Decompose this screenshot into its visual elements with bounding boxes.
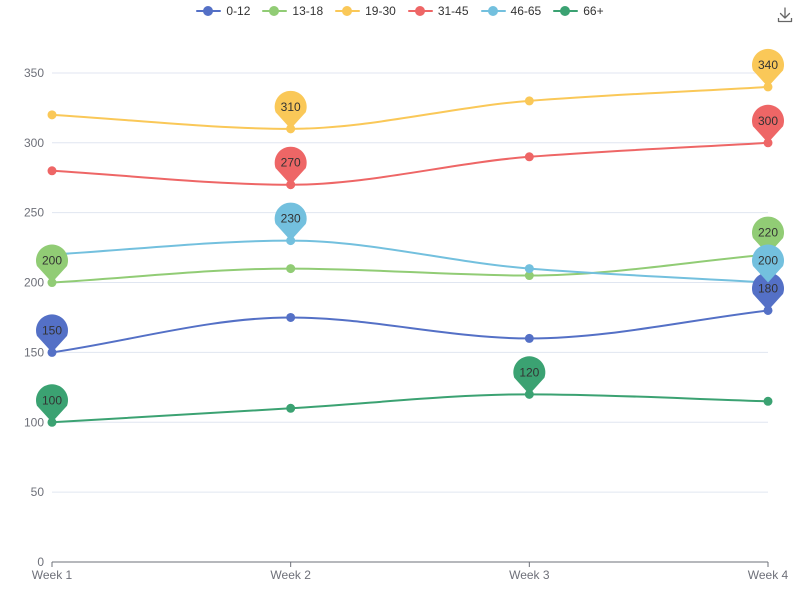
x-tick-label: Week 1 — [32, 568, 73, 582]
marker-label: 200 — [42, 254, 62, 268]
marker-label: 120 — [519, 365, 539, 379]
series-line — [51, 393, 769, 424]
data-point[interactable] — [47, 110, 57, 120]
data-point[interactable] — [524, 152, 534, 162]
y-tick-label: 50 — [31, 485, 45, 499]
y-tick-label: 350 — [24, 66, 44, 80]
y-tick-label: 150 — [24, 345, 44, 359]
y-tick-label: 250 — [24, 206, 44, 220]
marker-label: 230 — [281, 212, 301, 226]
series-line — [51, 239, 769, 284]
y-tick-label: 0 — [37, 555, 44, 569]
data-point[interactable] — [286, 264, 296, 274]
marker-label: 340 — [758, 58, 778, 72]
y-tick-label: 100 — [24, 415, 44, 429]
marker-label: 150 — [42, 323, 62, 337]
marker-label: 300 — [758, 114, 778, 128]
marker-label: 270 — [281, 156, 301, 170]
marker-label: 100 — [42, 393, 62, 407]
x-tick-label: Week 3 — [509, 568, 550, 582]
marker-label: 200 — [758, 254, 778, 268]
series-line — [51, 85, 769, 130]
marker-label: 180 — [758, 281, 778, 295]
marker-label: 220 — [758, 226, 778, 240]
series-line — [51, 141, 769, 186]
series-line — [51, 253, 769, 284]
marker-label: 310 — [281, 100, 301, 114]
data-point[interactable] — [286, 403, 296, 413]
y-tick-label: 300 — [24, 136, 44, 150]
data-point[interactable] — [286, 312, 296, 322]
data-point[interactable] — [524, 333, 534, 343]
series-line — [51, 309, 769, 354]
y-tick-label: 200 — [24, 276, 44, 290]
line-chart: 0 50 100 150 200 250 300 350 Week 1 Week 2 Week 3 W… — [24, 48, 789, 582]
data-point[interactable] — [47, 166, 57, 176]
x-tick-label: Week 2 — [270, 568, 311, 582]
data-point[interactable] — [524, 264, 534, 274]
data-point[interactable] — [763, 396, 773, 406]
data-point[interactable] — [524, 96, 534, 106]
x-tick-label: Week 4 — [748, 568, 789, 582]
